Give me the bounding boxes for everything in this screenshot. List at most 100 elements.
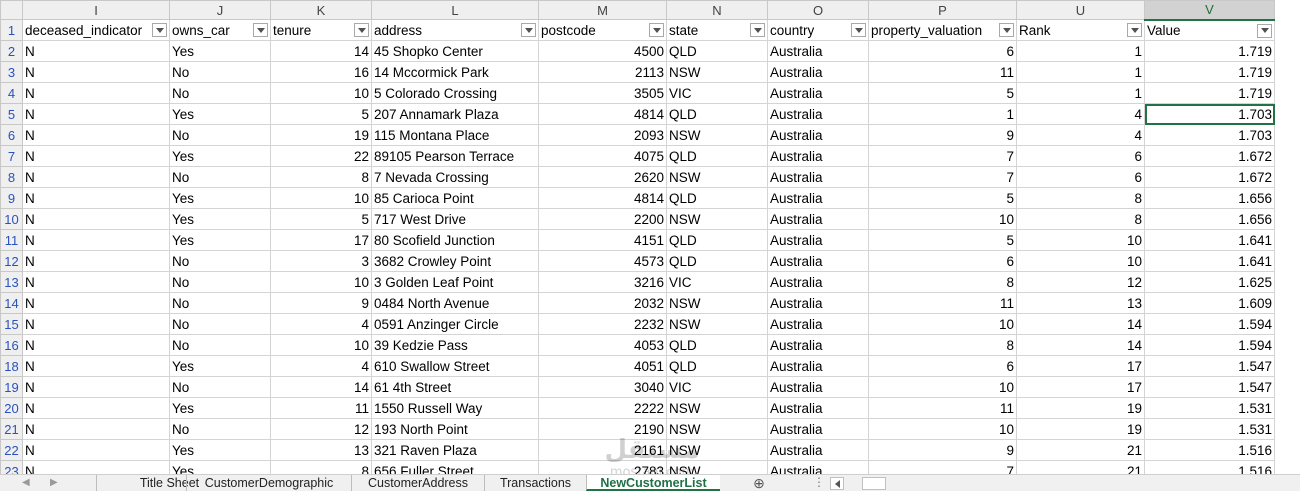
- cell-v[interactable]: 1.531: [1144, 397, 1275, 419]
- cell-l[interactable]: 85 Carioca Point: [371, 187, 539, 209]
- horizontal-scroll-left-button[interactable]: [830, 477, 844, 490]
- cell-u[interactable]: 6: [1016, 166, 1145, 188]
- cell-p[interactable]: 11: [868, 61, 1017, 83]
- cell-l[interactable]: 39 Kedzie Pass: [371, 334, 539, 356]
- cell-k[interactable]: 4: [270, 313, 372, 335]
- cell-n[interactable]: NSW: [666, 292, 768, 314]
- cell-n[interactable]: QLD: [666, 187, 768, 209]
- column-header-p[interactable]: P: [868, 0, 1017, 20]
- cell-n[interactable]: NSW: [666, 418, 768, 440]
- cell-l[interactable]: 321 Raven Plaza: [371, 439, 539, 461]
- row-number[interactable]: 2: [0, 40, 23, 62]
- cell-n[interactable]: QLD: [666, 40, 768, 62]
- cell-k[interactable]: 13: [270, 439, 372, 461]
- cell-i[interactable]: N: [22, 376, 170, 398]
- header-cell[interactable]: property_valuation: [868, 19, 1017, 41]
- cell-j[interactable]: No: [169, 82, 271, 104]
- cell-l[interactable]: 89105 Pearson Terrace: [371, 145, 539, 167]
- scroll-tabs-left-icon[interactable]: ◀: [22, 477, 30, 488]
- cell-v[interactable]: 1.703: [1144, 103, 1275, 125]
- column-header-v[interactable]: V: [1144, 0, 1275, 21]
- cell-l[interactable]: 1550 Russell Way: [371, 397, 539, 419]
- cell-m[interactable]: 2232: [538, 313, 667, 335]
- cell-v[interactable]: 1.672: [1144, 166, 1275, 188]
- cell-k[interactable]: 3: [270, 250, 372, 272]
- cell-j[interactable]: No: [169, 292, 271, 314]
- sheet-tab[interactable]: CustomerAddress: [351, 475, 484, 491]
- row-number[interactable]: 21: [0, 418, 23, 440]
- row-number[interactable]: 18: [0, 355, 23, 377]
- cell-l[interactable]: 14 Mccormick Park: [371, 61, 539, 83]
- cell-m[interactable]: 3040: [538, 376, 667, 398]
- cell-p[interactable]: 9: [868, 439, 1017, 461]
- cell-n[interactable]: QLD: [666, 145, 768, 167]
- cell-l[interactable]: 0484 North Avenue: [371, 292, 539, 314]
- cell-n[interactable]: VIC: [666, 82, 768, 104]
- cell-i[interactable]: N: [22, 103, 170, 125]
- cell-m[interactable]: 2032: [538, 292, 667, 314]
- cell-v[interactable]: 1.719: [1144, 61, 1275, 83]
- cell-i[interactable]: N: [22, 397, 170, 419]
- cell-j[interactable]: No: [169, 61, 271, 83]
- cell-u[interactable]: 21: [1016, 439, 1145, 461]
- cell-n[interactable]: NSW: [666, 460, 768, 474]
- cell-m[interactable]: 2190: [538, 418, 667, 440]
- cell-j[interactable]: Yes: [169, 187, 271, 209]
- cell-j[interactable]: No: [169, 313, 271, 335]
- horizontal-scroll-thumb[interactable]: [862, 477, 886, 490]
- cell-n[interactable]: QLD: [666, 229, 768, 251]
- cell-j[interactable]: No: [169, 124, 271, 146]
- cell-m[interactable]: 4573: [538, 250, 667, 272]
- cell-p[interactable]: 10: [868, 418, 1017, 440]
- cell-j[interactable]: Yes: [169, 439, 271, 461]
- row-number[interactable]: 6: [0, 124, 23, 146]
- cell-i[interactable]: N: [22, 250, 170, 272]
- filter-dropdown-icon[interactable]: [521, 23, 536, 37]
- cell-m[interactable]: 4500: [538, 40, 667, 62]
- cell-n[interactable]: NSW: [666, 397, 768, 419]
- header-cell[interactable]: Value: [1144, 19, 1275, 41]
- cell-p[interactable]: 11: [868, 292, 1017, 314]
- cell-n[interactable]: VIC: [666, 271, 768, 293]
- cell-l[interactable]: 61 4th Street: [371, 376, 539, 398]
- cell-o[interactable]: Australia: [767, 292, 869, 314]
- cell-o[interactable]: Australia: [767, 166, 869, 188]
- cell-o[interactable]: Australia: [767, 250, 869, 272]
- cell-i[interactable]: N: [22, 355, 170, 377]
- cell-j[interactable]: Yes: [169, 460, 271, 474]
- row-number[interactable]: 5: [0, 103, 23, 125]
- cell-i[interactable]: N: [22, 61, 170, 83]
- cell-p[interactable]: 8: [868, 334, 1017, 356]
- select-all-corner[interactable]: [0, 0, 23, 20]
- row-number[interactable]: 14: [0, 292, 23, 314]
- column-header-i[interactable]: I: [22, 0, 170, 20]
- cell-o[interactable]: Australia: [767, 460, 869, 474]
- cell-k[interactable]: 10: [270, 334, 372, 356]
- cell-p[interactable]: 5: [868, 229, 1017, 251]
- header-cell[interactable]: country: [767, 19, 869, 41]
- filter-dropdown-icon[interactable]: [1127, 23, 1142, 37]
- filter-dropdown-icon[interactable]: [152, 23, 167, 37]
- row-number[interactable]: 22: [0, 439, 23, 461]
- row-number[interactable]: 3: [0, 61, 23, 83]
- row-number[interactable]: 10: [0, 208, 23, 230]
- cell-u[interactable]: 14: [1016, 313, 1145, 335]
- row-number[interactable]: 23: [0, 460, 23, 474]
- cell-o[interactable]: Australia: [767, 103, 869, 125]
- cell-n[interactable]: NSW: [666, 124, 768, 146]
- cell-v[interactable]: 1.594: [1144, 313, 1275, 335]
- cell-i[interactable]: N: [22, 229, 170, 251]
- cell-n[interactable]: NSW: [666, 313, 768, 335]
- header-cell[interactable]: tenure: [270, 19, 372, 41]
- sheet-tab[interactable]: CustomerDemographic: [186, 475, 351, 491]
- cell-u[interactable]: 10: [1016, 229, 1145, 251]
- cell-p[interactable]: 7: [868, 166, 1017, 188]
- cell-u[interactable]: 4: [1016, 103, 1145, 125]
- cell-p[interactable]: 1: [868, 103, 1017, 125]
- cell-v[interactable]: 1.641: [1144, 250, 1275, 272]
- cell-m[interactable]: 2222: [538, 397, 667, 419]
- filter-dropdown-icon[interactable]: [999, 23, 1014, 37]
- cell-j[interactable]: Yes: [169, 208, 271, 230]
- cell-l[interactable]: 5 Colorado Crossing: [371, 82, 539, 104]
- filter-dropdown-icon[interactable]: [354, 23, 369, 37]
